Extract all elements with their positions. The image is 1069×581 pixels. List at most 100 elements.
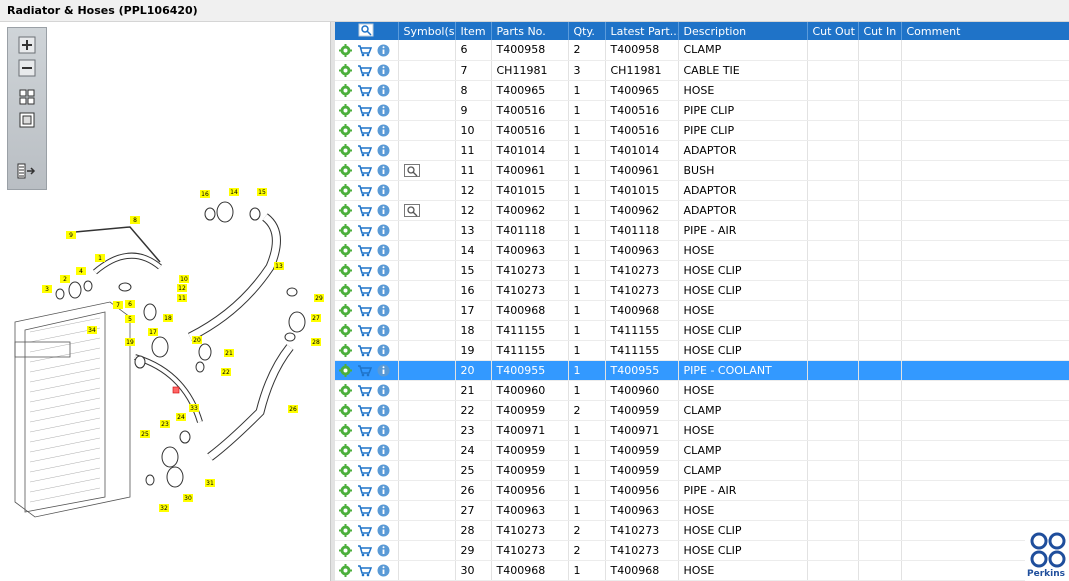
callout-2[interactable]: 2	[60, 275, 70, 283]
table-row[interactable]: 27 T400963 1 T400963 HOSE	[335, 500, 1069, 521]
zoom-out-button[interactable]	[16, 57, 38, 79]
gear-icon[interactable]	[339, 303, 352, 317]
info-icon[interactable]	[377, 484, 390, 497]
info-icon[interactable]	[377, 204, 390, 217]
cart-icon[interactable]	[357, 284, 372, 297]
search-parts-icon[interactable]	[358, 23, 374, 37]
zoom-in-button[interactable]	[16, 34, 38, 56]
cart-icon[interactable]	[357, 384, 372, 397]
gear-icon[interactable]	[339, 43, 352, 57]
cart-icon[interactable]	[357, 444, 372, 457]
callout-27[interactable]: 27	[311, 314, 321, 322]
gear-icon[interactable]	[339, 503, 352, 517]
callout-14[interactable]: 14	[229, 188, 239, 196]
info-icon[interactable]	[377, 364, 390, 377]
info-icon[interactable]	[377, 504, 390, 517]
gear-icon[interactable]	[339, 243, 352, 257]
callout-3[interactable]: 3	[42, 285, 52, 293]
callout-15[interactable]: 15	[257, 188, 267, 196]
table-row[interactable]: 26 T400956 1 T400956 PIPE - AIR	[335, 480, 1069, 501]
gear-icon[interactable]	[339, 363, 352, 377]
info-icon[interactable]	[377, 164, 390, 177]
info-icon[interactable]	[377, 324, 390, 337]
info-icon[interactable]	[377, 264, 390, 277]
cart-icon[interactable]	[357, 424, 372, 437]
callout-10[interactable]: 10	[179, 275, 189, 283]
table-row[interactable]: 16 T410273 1 T410273 HOSE CLIP	[335, 280, 1069, 301]
cart-icon[interactable]	[357, 304, 372, 317]
callout-9[interactable]: 9	[66, 231, 76, 239]
cart-icon[interactable]	[357, 404, 372, 417]
callout-1[interactable]: 1	[95, 254, 105, 262]
gear-icon[interactable]	[339, 183, 352, 197]
info-icon[interactable]	[377, 384, 390, 397]
column-header-latest-part[interactable]: Latest Part...	[605, 22, 679, 40]
gear-icon[interactable]	[339, 103, 352, 117]
column-header-cut-out[interactable]: Cut Out	[807, 22, 859, 40]
callout-32[interactable]: 32	[159, 504, 169, 512]
cart-icon[interactable]	[357, 164, 372, 177]
callout-23[interactable]: 23	[160, 420, 170, 428]
info-icon[interactable]	[377, 564, 390, 577]
callout-20[interactable]: 20	[192, 336, 202, 344]
callout-34[interactable]: 34	[87, 326, 97, 334]
gear-icon[interactable]	[339, 563, 352, 577]
view-icon[interactable]	[403, 163, 420, 177]
cart-icon[interactable]	[357, 104, 372, 117]
callout-16[interactable]: 16	[200, 190, 210, 198]
table-row[interactable]: 20 T400955 1 T400955 PIPE - COOLANT	[335, 360, 1069, 381]
table-row[interactable]: 19 T411155 1 T411155 HOSE CLIP	[335, 340, 1069, 361]
table-row[interactable]: 22 T400959 2 T400959 CLAMP	[335, 400, 1069, 421]
info-icon[interactable]	[377, 464, 390, 477]
info-icon[interactable]	[377, 524, 390, 537]
info-icon[interactable]	[377, 244, 390, 257]
callout-6[interactable]: 6	[125, 300, 135, 308]
gear-icon[interactable]	[339, 323, 352, 337]
table-row[interactable]: 10 T400516 1 T400516 PIPE CLIP	[335, 120, 1069, 141]
cart-icon[interactable]	[357, 64, 372, 77]
gear-icon[interactable]	[339, 123, 352, 137]
table-row[interactable]: 14 T400963 1 T400963 HOSE	[335, 240, 1069, 261]
info-icon[interactable]	[377, 124, 390, 137]
info-icon[interactable]	[377, 224, 390, 237]
table-row[interactable]: 21 T400960 1 T400960 HOSE	[335, 380, 1069, 401]
callout-11[interactable]: 11	[177, 294, 187, 302]
gear-icon[interactable]	[339, 543, 352, 557]
info-icon[interactable]	[377, 184, 390, 197]
gear-icon[interactable]	[339, 263, 352, 277]
gear-icon[interactable]	[339, 383, 352, 397]
cart-icon[interactable]	[357, 524, 372, 537]
cart-icon[interactable]	[357, 264, 372, 277]
callout-5[interactable]: 5	[125, 315, 135, 323]
callout-26[interactable]: 26	[288, 405, 298, 413]
cart-icon[interactable]	[357, 364, 372, 377]
callout-13[interactable]: 13	[274, 262, 284, 270]
gear-icon[interactable]	[339, 343, 352, 357]
cart-icon[interactable]	[357, 124, 372, 137]
table-row[interactable]: 29 T410273 2 T410273 HOSE CLIP	[335, 540, 1069, 561]
fit-window-button[interactable]	[16, 109, 38, 131]
callout-29[interactable]: 29	[314, 294, 324, 302]
info-icon[interactable]	[377, 64, 390, 77]
info-icon[interactable]	[377, 104, 390, 117]
gear-icon[interactable]	[339, 283, 352, 297]
callout-24[interactable]: 24	[176, 413, 186, 421]
gear-icon[interactable]	[339, 63, 352, 77]
cart-icon[interactable]	[357, 144, 372, 157]
gear-icon[interactable]	[339, 143, 352, 157]
table-row[interactable]: 28 T410273 2 T410273 HOSE CLIP	[335, 520, 1069, 541]
cart-icon[interactable]	[357, 84, 372, 97]
cart-icon[interactable]	[357, 544, 372, 557]
info-icon[interactable]	[377, 284, 390, 297]
info-icon[interactable]	[377, 544, 390, 557]
callout-25[interactable]: 25	[140, 430, 150, 438]
cart-icon[interactable]	[357, 44, 372, 57]
table-row[interactable]: 7 CH11981 3 CH11981 CABLE TIE	[335, 60, 1069, 81]
fit-all-button[interactable]	[16, 86, 38, 108]
callout-31[interactable]: 31	[205, 479, 215, 487]
gear-icon[interactable]	[339, 443, 352, 457]
column-header-comment[interactable]: Comment	[901, 22, 1069, 40]
table-row[interactable]: 12 T401015 1 T401015 ADAPTOR	[335, 180, 1069, 201]
gear-icon[interactable]	[339, 523, 352, 537]
callout-7[interactable]: 7	[113, 301, 123, 309]
